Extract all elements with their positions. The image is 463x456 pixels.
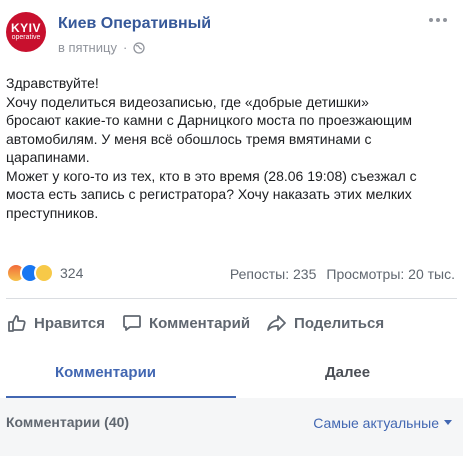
dot-separator: · — [122, 40, 128, 55]
thumbs-up-icon — [8, 315, 26, 332]
comments-sort-dropdown[interactable]: Самые актуальные — [313, 415, 453, 431]
caret-down-icon — [444, 420, 452, 425]
tab-comments[interactable]: Комментарии — [55, 364, 156, 381]
divider — [6, 298, 457, 299]
reaction-count: 324 — [60, 265, 84, 281]
comment-button[interactable]: Комментарий — [121, 312, 250, 334]
tabs-bar: Комментарии Далее — [0, 350, 463, 398]
page-name-link[interactable]: Киев Оперативный — [58, 15, 211, 33]
sort-label: Самые актуальные — [313, 415, 439, 431]
tab-next[interactable]: Далее — [325, 364, 370, 381]
post-header: KYIV operative Киев Оперативный в пятниц… — [0, 0, 463, 64]
page-avatar[interactable]: KYIV operative — [6, 12, 46, 52]
avatar-logo-subtext: operative — [11, 34, 41, 41]
wow-reaction-icon — [34, 263, 54, 283]
share-label: Поделиться — [294, 314, 385, 332]
more-options-icon[interactable] — [429, 18, 447, 22]
post-meta: в пятницу · — [58, 40, 145, 55]
share-icon — [267, 315, 286, 331]
reactions-summary[interactable]: 324 — [6, 263, 83, 283]
like-label: Нравится — [34, 314, 106, 332]
comments-count-title: Комментарии (40) — [6, 414, 130, 430]
post-actions: Нравится Комментарий Поделиться — [6, 312, 392, 334]
avatar-logo-text: KYIV — [10, 21, 41, 35]
comment-icon — [123, 315, 141, 331]
reposts-count[interactable]: Репосты: 235 — [230, 266, 317, 282]
views-count: Просмотры: 20 тыс. — [326, 266, 455, 282]
globe-icon — [133, 41, 145, 54]
share-button[interactable]: Поделиться — [266, 312, 384, 334]
post-timestamp[interactable]: в пятницу — [58, 40, 117, 55]
comments-section-header: Комментарии (40) Самые актуальные — [0, 398, 463, 456]
post-text: Здравствуйте! Хочу поделиться видеозапис… — [6, 75, 417, 221]
like-button[interactable]: Нравится — [6, 312, 105, 334]
comment-label: Комментарий — [149, 314, 251, 332]
post-stats: Репосты: 235 Просмотры: 20 тыс. — [230, 266, 455, 282]
